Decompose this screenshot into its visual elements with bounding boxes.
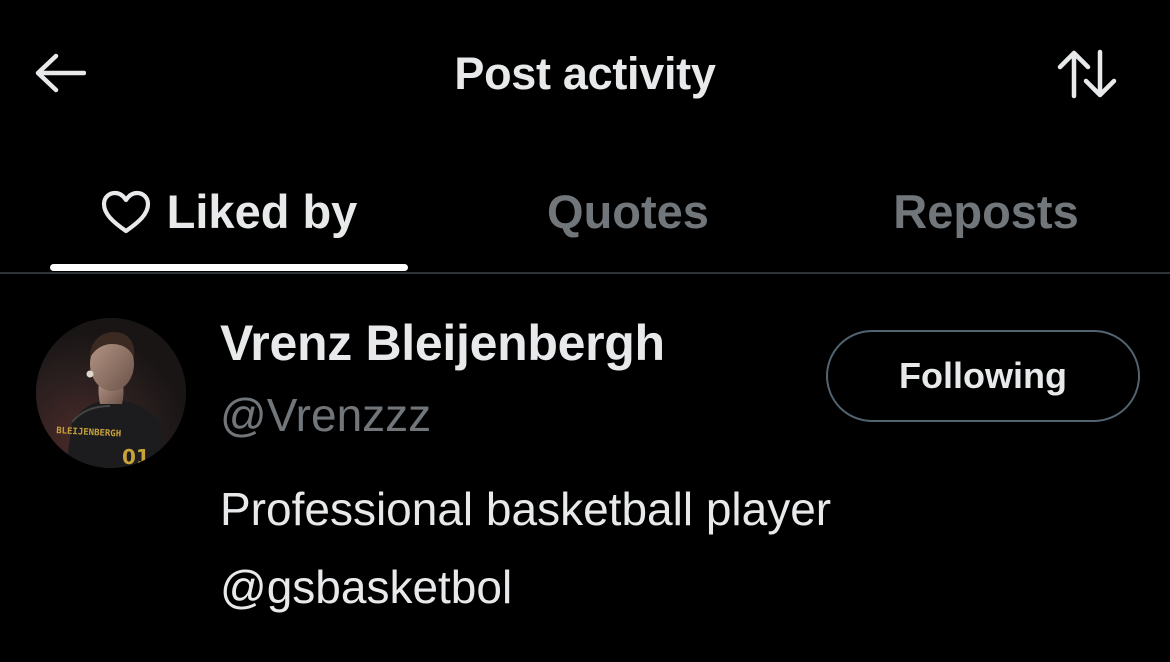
user-bio-line: Professional basketball player [220, 483, 832, 535]
user-handle: @Vrenzzz [220, 389, 432, 441]
tab-quotes-label: Quotes [547, 184, 709, 238]
tab-liked-by[interactable]: Liked by [50, 150, 408, 272]
user-bio-mention[interactable]: @gsbasketbol [220, 548, 1120, 626]
tab-reposts-label: Reposts [893, 184, 1079, 238]
activity-tabs: Liked by Quotes Reposts [0, 150, 1170, 274]
tab-reposts[interactable]: Reposts [830, 150, 1142, 272]
following-button[interactable]: Following [826, 330, 1140, 422]
user-bio: Professional basketball player @gsbasket… [220, 470, 1120, 626]
user-display-name[interactable]: Vrenz Bleijenbergh [220, 314, 665, 372]
svg-text:01: 01 [122, 445, 150, 468]
top-bar: Post activity [0, 0, 1170, 150]
heart-outline-icon [101, 190, 151, 234]
page-title: Post activity [454, 48, 716, 99]
list-item[interactable]: BLEIJENBERGH 01 Vrenz Bleijenbergh @Vren… [0, 274, 1170, 662]
tab-liked-by-label: Liked by [166, 184, 358, 238]
tab-quotes[interactable]: Quotes [470, 150, 786, 272]
sort-arrows-icon [1056, 48, 1118, 105]
avatar[interactable]: BLEIJENBERGH 01 [36, 318, 186, 468]
sort-button[interactable] [1050, 48, 1124, 104]
active-tab-indicator [50, 264, 408, 271]
